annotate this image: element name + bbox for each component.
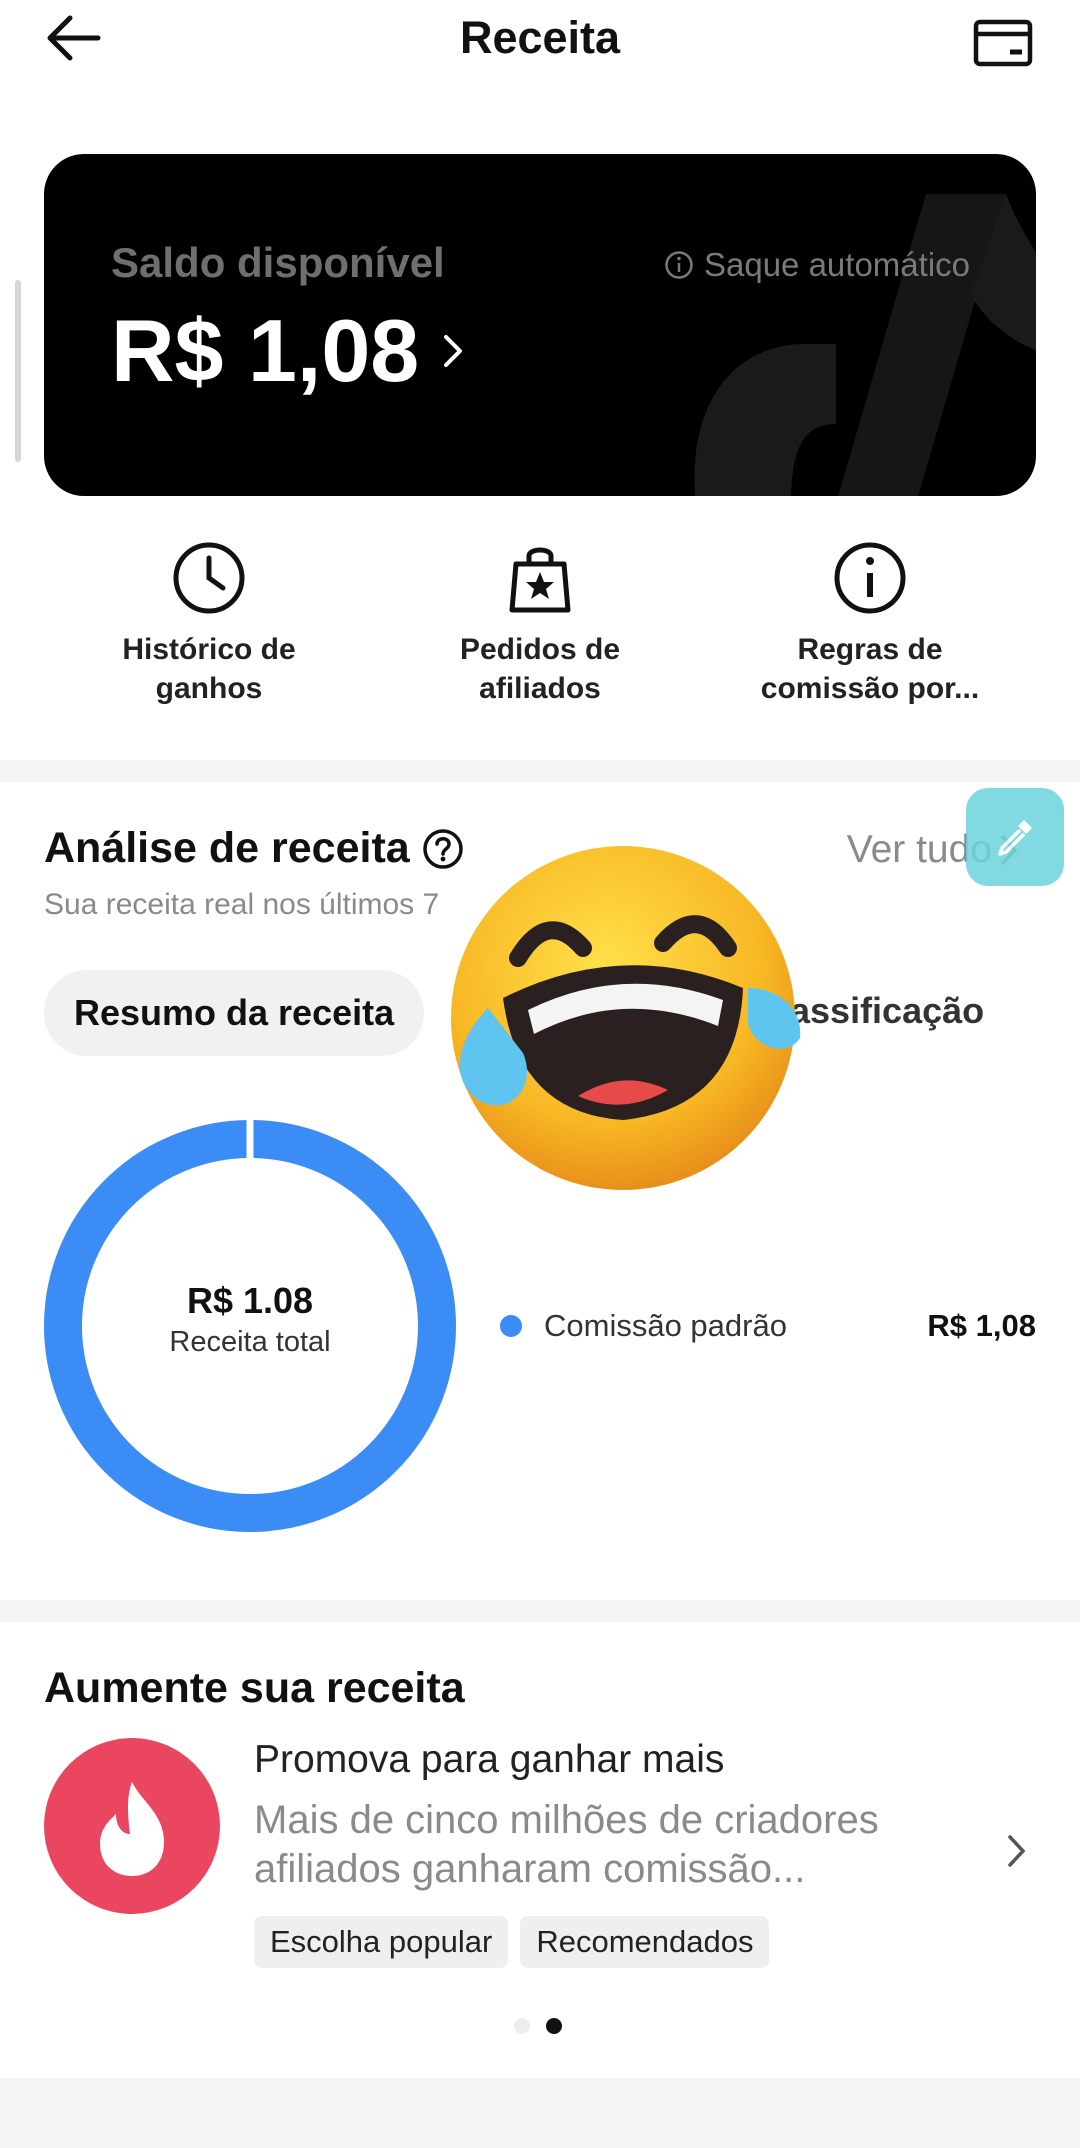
info-icon	[834, 542, 906, 614]
tab-ranking[interactable]: assificação	[790, 990, 984, 1032]
page-title: Receita	[459, 12, 621, 63]
balance-card[interactable]: Saldo disponível Saque automático R$ 1,0…	[44, 154, 1036, 496]
eyedropper-icon	[998, 820, 1032, 856]
analysis-title-text: Análise de receita	[44, 824, 410, 872]
promo-tags: Escolha popular Recomendados	[254, 1916, 770, 1968]
donut-center-label: R$ 1.08 Receita total	[44, 1280, 456, 1359]
donut-total-caption: Receita total	[169, 1326, 331, 1358]
tiktok-logo-watermark	[694, 194, 1036, 496]
boost-section-title: Aumente sua receita	[44, 1664, 465, 1712]
shortcut-affiliate-orders[interactable]: Pedidos de afiliados	[390, 540, 690, 708]
analysis-title: Análise de receita	[44, 824, 464, 873]
section-divider	[0, 1600, 1080, 1622]
balance-label: Saldo disponível	[111, 239, 445, 286]
chevron-right-icon	[444, 335, 463, 367]
balance-amount-value: R$ 1,08	[111, 301, 420, 400]
legend-value: R$ 1,08	[927, 1308, 1036, 1343]
promo-description-line: afiliados ganharam comissão...	[254, 1847, 806, 1891]
wallet-icon	[973, 19, 1033, 67]
shortcut-label: ganhos	[155, 672, 263, 705]
shortcut-label: Histórico de	[122, 633, 296, 666]
carousel-dot[interactable]	[514, 2018, 530, 2034]
promo-tag: Escolha popular	[254, 1916, 509, 1968]
shortcut-label: Regras de	[797, 633, 943, 666]
donut-total-value: R$ 1.08	[186, 1280, 314, 1321]
app-header: Receita	[0, 0, 1080, 90]
info-icon	[665, 251, 693, 279]
promo-tag: Recomendados	[520, 1916, 770, 1968]
shortcut-commission-rules[interactable]: Regras de comissão por...	[720, 540, 1020, 708]
flame-icon	[100, 1782, 164, 1876]
legend-name: Comissão padrão	[544, 1308, 787, 1343]
legend-color-dot	[500, 1315, 522, 1337]
promo-description: Mais de cinco milhões de criadores afili…	[254, 1796, 994, 1894]
shortcut-row: Histórico de ganhos Pedidos de afiliados…	[0, 540, 1080, 720]
wallet-button[interactable]	[970, 14, 1036, 70]
promo-title[interactable]: Promova para ganhar mais	[254, 1738, 724, 1782]
analysis-subtitle: Sua receita real nos últimos 7	[44, 888, 440, 921]
auto-withdraw-label: Saque automático	[703, 246, 970, 283]
auto-withdraw-link[interactable]: Saque automático	[664, 246, 970, 284]
bottom-section-background	[0, 2078, 1080, 2148]
chevron-right-icon[interactable]	[1006, 1832, 1028, 1870]
section-divider	[0, 760, 1080, 782]
shortcut-label: afiliados	[479, 672, 601, 705]
legend-item: Comissão padrão R$ 1,08	[500, 1308, 1036, 1344]
tab-revenue-summary[interactable]: Resumo da receita	[44, 970, 425, 1056]
promo-icon[interactable]	[44, 1738, 220, 1914]
tears-of-joy-emoji-sticker	[451, 846, 801, 1190]
clock-icon	[173, 542, 245, 614]
carousel-indicator	[514, 2018, 562, 2034]
promo-description-line: Mais de cinco milhões de criadores	[254, 1798, 879, 1842]
balance-amount[interactable]: R$ 1,08	[111, 300, 465, 402]
shortcut-label: Pedidos de	[459, 633, 621, 666]
floating-tool-button[interactable]	[966, 788, 1064, 886]
scroll-indicator	[15, 280, 21, 462]
shopping-bag-icon	[509, 547, 571, 613]
carousel-dot-active[interactable]	[546, 2018, 562, 2034]
shortcut-earnings-history[interactable]: Histórico de ganhos	[59, 540, 359, 708]
shortcut-label: comissão por...	[760, 672, 980, 705]
